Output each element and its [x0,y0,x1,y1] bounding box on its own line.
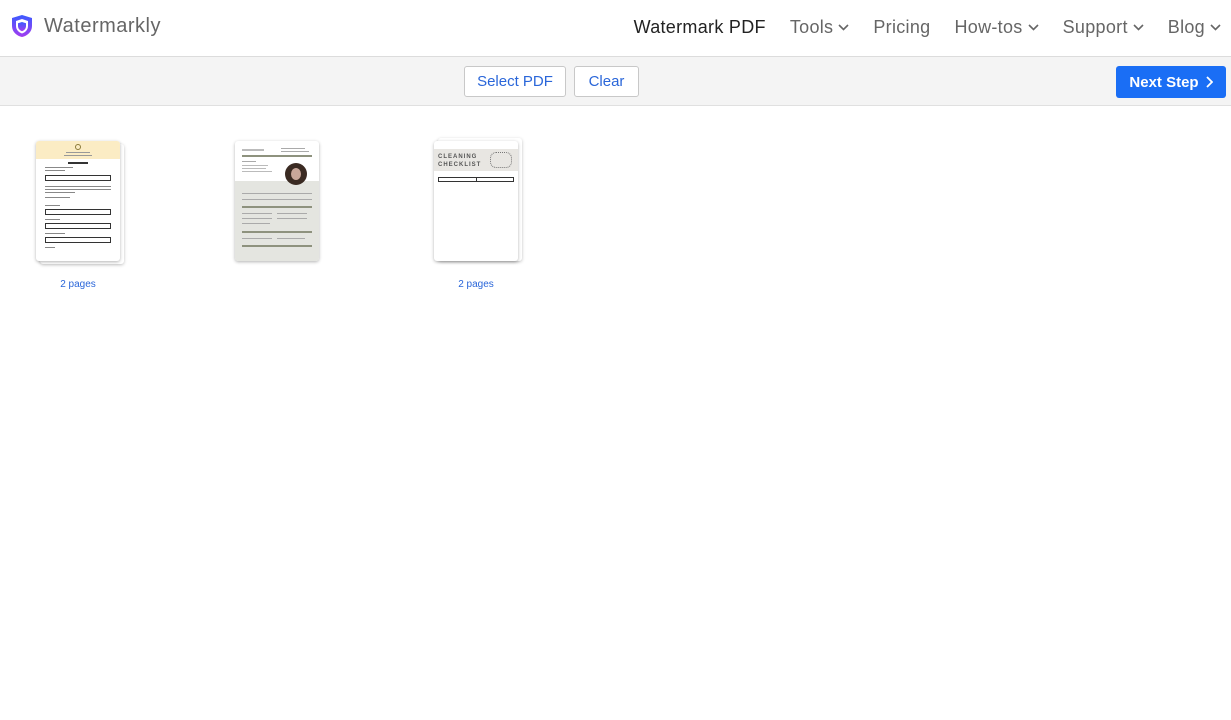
select-pdf-button[interactable]: Select PDF [464,66,566,97]
page-count-label[interactable]: 2 pages [429,279,523,290]
pdf-file-card[interactable] [230,141,330,266]
nav-label: Pricing [873,17,931,37]
main-nav: Watermark PDF Tools Pricing How-tos Supp… [610,17,1221,38]
nav-label: How-tos [954,17,1023,37]
nav-support[interactable]: Support [1063,17,1144,38]
pdf-page-preview [36,141,120,261]
chevron-down-icon [1133,24,1144,31]
pdf-file-card[interactable]: 2 pages [31,141,131,290]
nav-how-tos[interactable]: How-tos [954,17,1039,38]
nav-label: Support [1062,17,1128,37]
page-title: CLEANING CHECKLIST [438,154,482,168]
chevron-down-icon [838,24,849,31]
nav-tools[interactable]: Tools [790,17,850,38]
logo[interactable]: Watermarkly [11,14,161,38]
pdf-thumbnail[interactable] [235,141,325,266]
brand-name: Watermarkly [44,14,161,37]
next-step-button[interactable]: Next Step [1116,66,1226,98]
nav-blog[interactable]: Blog [1168,17,1221,38]
chevron-down-icon [1210,24,1221,31]
nav-label: Tools [789,17,834,37]
pdf-file-card[interactable]: CLEANING CHECKLIST 2 pages [429,138,529,290]
pdf-page-preview: CLEANING CHECKLIST [434,141,518,261]
chevron-down-icon [1028,24,1039,31]
chevron-right-icon [1205,76,1213,88]
shield-logo-icon [12,15,32,37]
pdf-page-preview [235,141,319,261]
clear-button[interactable]: Clear [574,66,639,97]
page-count-label[interactable]: 2 pages [31,279,125,290]
toolbar: Select PDF Clear Next Step [0,57,1231,106]
illustration [490,152,512,168]
pdf-thumbnail[interactable] [36,141,126,266]
next-step-label: Next Step [1129,73,1199,91]
pdf-thumbnail[interactable]: CLEANING CHECKLIST [434,138,524,266]
nav-pricing[interactable]: Pricing [873,17,930,38]
nav-label: Watermark PDF [633,17,766,37]
nav-watermark-pdf[interactable]: Watermark PDF [634,17,766,38]
page-emblem-icon [75,144,81,150]
top-navigation: Watermarkly Watermark PDF Tools Pricing … [0,0,1231,57]
nav-label: Blog [1167,17,1205,37]
